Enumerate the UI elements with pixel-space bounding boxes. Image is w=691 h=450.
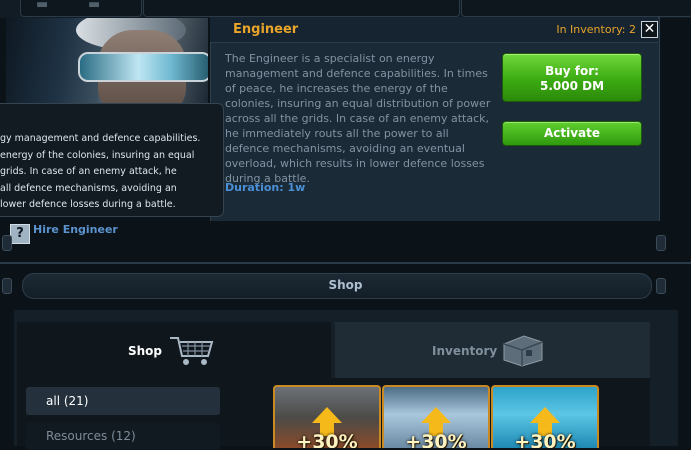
boost-badge: +30% xyxy=(405,431,467,448)
top-nav-tab[interactable] xyxy=(143,0,460,17)
frame-divider xyxy=(0,262,691,264)
boost-badge: +30% xyxy=(514,431,576,448)
officer-title: Engineer xyxy=(233,22,299,37)
inventory-box-icon xyxy=(503,335,543,367)
tab-shop-label: Shop xyxy=(128,344,163,358)
officer-description: The Engineer is a specialist on energy m… xyxy=(225,52,491,185)
arrow-up-icon xyxy=(530,407,560,423)
arrow-up-icon xyxy=(312,407,342,423)
close-button[interactable]: ✕ xyxy=(641,21,658,38)
shop-item-crystal-booster[interactable]: +30% xyxy=(382,385,490,448)
nav-icon[interactable]: ▬ xyxy=(36,0,48,11)
help-icon[interactable]: ? xyxy=(10,224,30,244)
shopping-cart-icon xyxy=(170,337,214,365)
frame-bolt xyxy=(2,235,12,251)
arrow-up-icon xyxy=(421,407,451,423)
buy-label: Buy for: xyxy=(545,64,599,78)
tooltip-line: grids. In case of an enemy attack, he xyxy=(0,166,177,177)
tooltip-line: lower defence losses during a battle. xyxy=(0,199,176,210)
shop-item-deuterium-booster[interactable]: +30% xyxy=(491,385,599,448)
tab-inventory-label: Inventory xyxy=(432,344,498,358)
duration-label: Duration: 1w xyxy=(225,181,306,194)
shop-item-metal-booster[interactable]: +30% xyxy=(273,385,381,448)
activate-button[interactable]: Activate xyxy=(502,121,642,146)
tooltip-line: all defence mechanisms, avoiding an xyxy=(0,182,177,194)
tooltip-line: energy of the colonies, insuring an equa… xyxy=(0,149,195,161)
hire-engineer-link[interactable]: Hire Engineer xyxy=(33,223,118,236)
category-all[interactable]: all (21) xyxy=(26,387,220,415)
tooltip-line: gy management and defence capabilities. xyxy=(0,133,201,144)
top-nav-tab[interactable] xyxy=(461,0,691,17)
boost-badge: +30% xyxy=(296,431,358,448)
engineer-portrait xyxy=(6,18,208,108)
tooltip-text: gy management and defence capabilities. … xyxy=(0,131,218,214)
message-icon[interactable]: ▬ xyxy=(88,0,100,11)
buy-price: 5.000 DM xyxy=(539,79,605,93)
frame-bolt xyxy=(656,235,666,251)
shop-title: Shop xyxy=(328,278,363,292)
buy-button[interactable]: Buy for: 5.000 DM xyxy=(502,53,642,102)
inventory-count: In Inventory: 2 xyxy=(556,23,636,36)
